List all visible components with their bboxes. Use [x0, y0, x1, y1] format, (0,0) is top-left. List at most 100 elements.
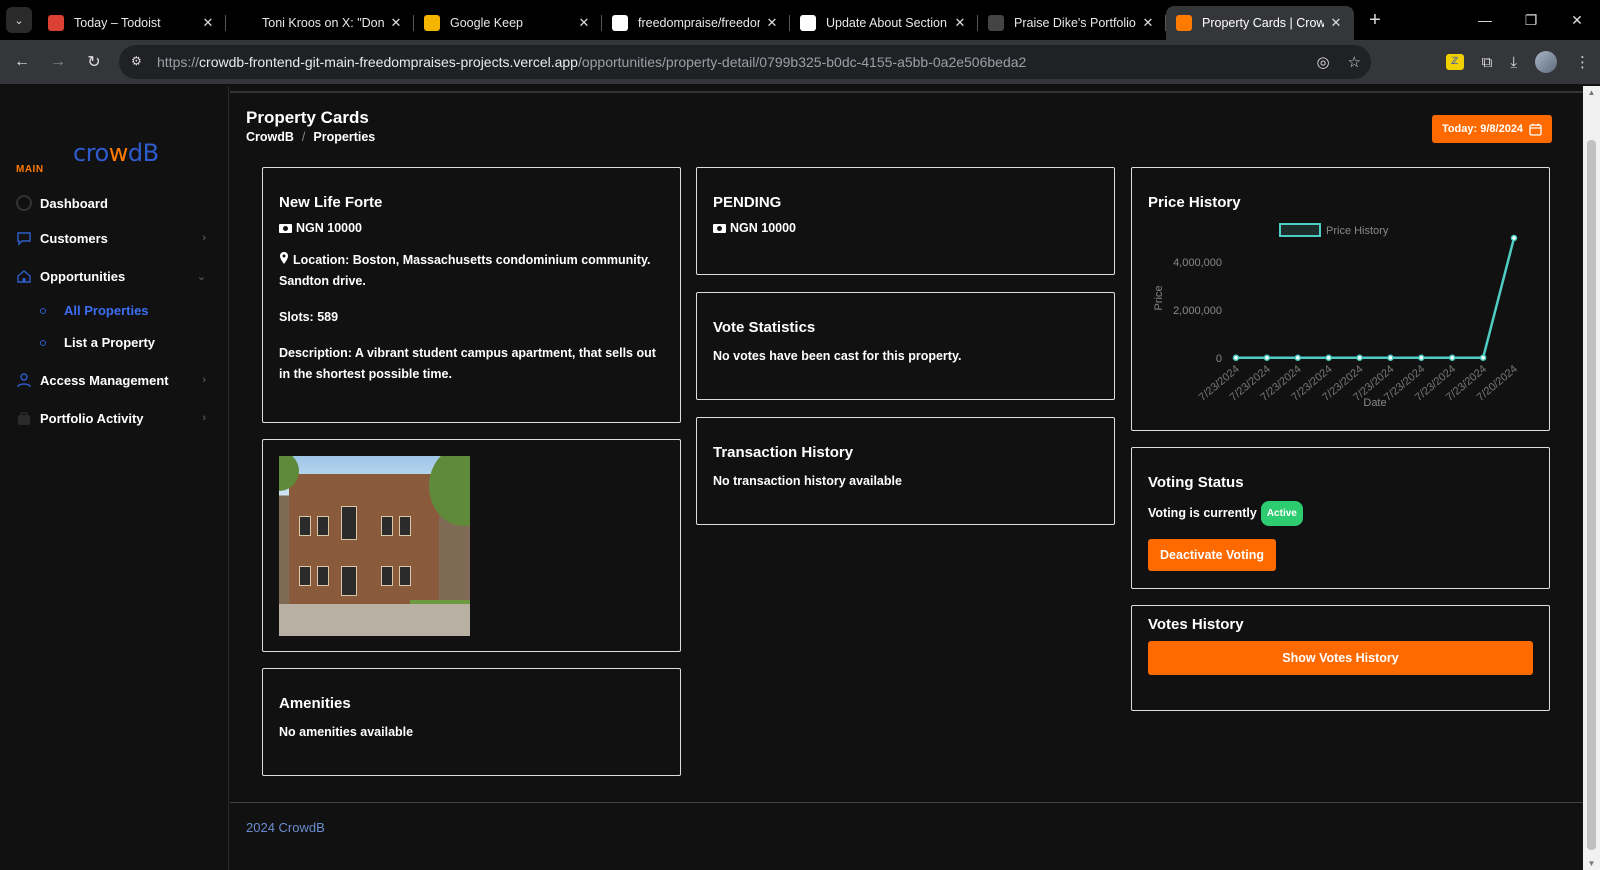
voting-status-label: Voting is currently [1148, 505, 1257, 520]
extensions-puzzle-icon[interactable]: ⧉ [1482, 54, 1493, 71]
transaction-history-text: No transaction history available [713, 474, 902, 488]
data-point [1356, 354, 1363, 362]
extension-icon[interactable]: ℤ [1445, 54, 1464, 70]
sidebar-item-label: Opportunities [40, 268, 126, 284]
amenities-card: Amenities No amenities available [262, 668, 681, 776]
window-close-icon[interactable]: ✕ [1554, 12, 1600, 29]
y-tick-label: 4,000,000 [1173, 257, 1222, 269]
browser-tab[interactable]: Property Cards | Crowd ✕ [1166, 6, 1354, 40]
data-point [1325, 354, 1332, 362]
browser-tab[interactable]: Today – Todoist ✕ [38, 6, 226, 40]
property-description: Description: A vibrant student campus ap… [279, 346, 656, 381]
scroll-up-icon[interactable]: ▲ [1583, 88, 1600, 97]
download-icon[interactable]: ⤓ [1510, 54, 1517, 71]
sidebar-item-dashboard[interactable]: Dashboard [16, 192, 214, 214]
profile-avatar[interactable] [1535, 51, 1557, 73]
keep-icon [424, 15, 440, 31]
browser-tab[interactable]: Google Keep ✕ [414, 6, 602, 40]
bullet-icon [40, 339, 46, 346]
page-scrollbar[interactable]: ▲ ▼ [1583, 86, 1600, 870]
crowdb-logo[interactable]: crowdB [73, 139, 159, 167]
price-history-chart[interactable]: Price History02,000,0004,000,000Price7/2… [1148, 218, 1533, 418]
scroll-down-icon[interactable]: ▼ [1583, 859, 1600, 868]
back-icon[interactable]: ← [4, 53, 40, 71]
browser-tab[interactable]: Praise Dike's Portfolio ✕ [978, 6, 1166, 40]
legend-swatch [1279, 223, 1321, 237]
sidebar-subitem-list-property[interactable]: List a Property [40, 335, 155, 350]
status-card: PENDING NGN 10000 [696, 167, 1115, 275]
money-icon [279, 223, 292, 233]
amenities-text: No amenities available [279, 725, 414, 739]
chatgpt-icon [800, 15, 816, 31]
browser-tab[interactable]: Update About Section ✕ [790, 6, 978, 40]
page-title: Property Cards [246, 108, 369, 127]
property-slots: Slots: 589 [279, 310, 339, 324]
breadcrumb-crowdb[interactable]: CrowdB [246, 130, 294, 144]
new-tab-button[interactable]: + [1360, 3, 1390, 37]
tab-close-icon[interactable]: ✕ [764, 15, 780, 31]
bookmark-star-icon[interactable]: ☆ [1348, 53, 1361, 71]
voting-status-card: Voting Status Voting is currently Active … [1131, 447, 1550, 589]
price-history-title: Price History [1148, 194, 1241, 211]
site-info-icon[interactable]: ⚙ [131, 54, 147, 70]
browser-tab-bar: ⌄ Today – Todoist ✕ Toni Kroos on X: "Don'… [0, 0, 1600, 40]
minimize-icon[interactable]: — [1462, 12, 1508, 28]
bullet-icon [40, 307, 46, 314]
crowdb-icon [1176, 15, 1192, 31]
chrome-menu-icon[interactable]: ⋮ [1575, 53, 1590, 71]
bag-icon [16, 410, 32, 426]
chevron-right-icon: › [202, 232, 206, 244]
subitem-label: All Properties [64, 303, 149, 318]
tab-close-icon[interactable]: ✕ [388, 15, 404, 31]
user-icon [16, 372, 32, 388]
tab-close-icon[interactable]: ✕ [1140, 15, 1156, 31]
sidebar-subitem-all-properties[interactable]: All Properties [40, 303, 149, 318]
x-icon [236, 15, 252, 31]
footer-divider [230, 802, 1583, 803]
price-text: NGN 10000 [730, 221, 797, 235]
browser-toolbar: ← → ↻ ⚙ https://crowdb-frontend-git-main… [0, 40, 1600, 84]
eye-off-icon[interactable]: ◎ [1316, 53, 1329, 71]
votes-history-card: Votes History Show Votes History [1131, 605, 1550, 711]
scrollbar-thumb[interactable] [1587, 140, 1596, 850]
legend-label: Price History [1326, 225, 1389, 237]
data-point [1418, 354, 1425, 362]
browser-tab[interactable]: freedompraise/freedor ✕ [602, 6, 790, 40]
data-point [1294, 354, 1302, 362]
sidebar-item-opportunities[interactable]: Opportunities ⌄ [16, 265, 214, 287]
y-axis-label: Price [1153, 285, 1165, 310]
show-votes-history-button[interactable]: Show Votes History [1148, 641, 1533, 675]
tab-search-button[interactable]: ⌄ [6, 7, 32, 33]
money-icon [713, 223, 726, 233]
location-text: Location: Boston, Massachusetts condomin… [279, 253, 651, 288]
forward-icon[interactable]: → [40, 53, 76, 71]
tab-title: Toni Kroos on X: "Don't [262, 16, 384, 30]
data-point [1510, 234, 1518, 242]
today-date-button[interactable]: Today: 9/8/2024 [1432, 115, 1552, 143]
voting-status-text: Voting is currently Active [1148, 501, 1533, 526]
header-divider [230, 91, 1583, 93]
sidebar-item-customers[interactable]: Customers › [16, 227, 214, 249]
main-content: Property Cards CrowdB / Properties Today… [230, 86, 1583, 870]
votes-history-title: Votes History [1148, 616, 1244, 633]
restore-icon[interactable]: ❐ [1508, 12, 1554, 29]
property-name: New Life Forte [279, 194, 383, 211]
url-text[interactable]: https://crowdb-frontend-git-main-freedom… [157, 54, 1026, 70]
address-bar[interactable]: ⚙ https://crowdb-frontend-git-main-freed… [119, 45, 1371, 79]
deactivate-voting-button[interactable]: Deactivate Voting [1148, 539, 1276, 571]
sidebar-item-portfolio-activity[interactable]: Portfolio Activity › [16, 407, 214, 429]
data-point [1448, 354, 1456, 362]
breadcrumb-properties[interactable]: Properties [313, 130, 375, 144]
browser-tab[interactable]: Toni Kroos on X: "Don't ✕ [226, 6, 414, 40]
tab-close-icon[interactable]: ✕ [1328, 15, 1344, 31]
tab-close-icon[interactable]: ✕ [576, 15, 592, 31]
property-photo[interactable] [279, 456, 470, 636]
sidebar-item-access-management[interactable]: Access Management › [16, 369, 214, 391]
transaction-history-card: Transaction History No transaction histo… [696, 417, 1115, 525]
reload-icon[interactable]: ↻ [76, 52, 112, 72]
location-pin-icon [280, 252, 288, 264]
calendar-icon [1529, 123, 1542, 136]
tab-close-icon[interactable]: ✕ [952, 15, 968, 31]
window-controls: — ❐ ✕ [1462, 0, 1600, 40]
tab-close-icon[interactable]: ✕ [200, 15, 216, 31]
